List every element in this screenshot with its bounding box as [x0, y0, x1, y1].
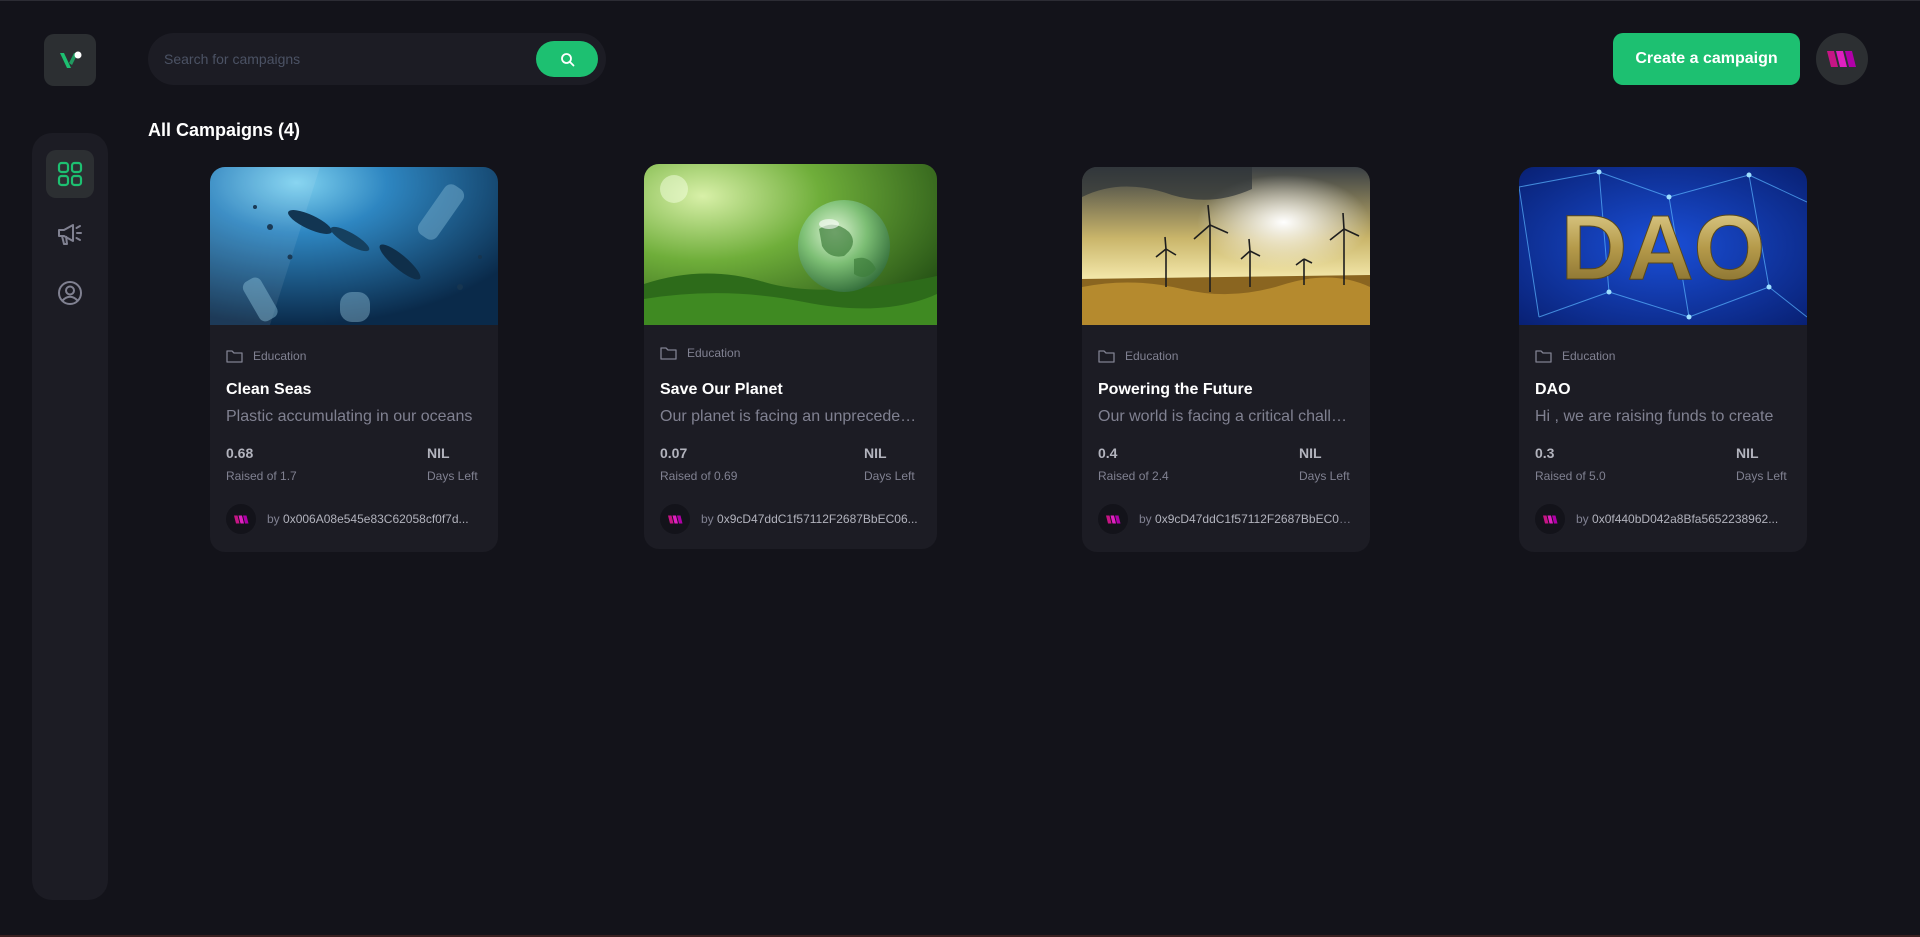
sidebar — [32, 133, 108, 900]
owner-avatar — [1535, 504, 1565, 534]
by-label: by — [701, 512, 714, 526]
dao-image-text: DAO — [1561, 197, 1765, 299]
sidebar-item-profile[interactable] — [46, 269, 94, 317]
owner-address: 0x006A08e545e83C62058cf0f7d... — [283, 512, 469, 526]
wallet-logo-icon — [1542, 515, 1557, 523]
owner-address: 0x9cD47ddC1f57112F2687BbEC06... — [717, 512, 918, 526]
by-label: by — [267, 512, 280, 526]
by-label: by — [1576, 512, 1589, 526]
amount-collected: 0.4 — [1098, 445, 1118, 461]
amount-collected: 0.3 — [1535, 445, 1555, 461]
category-row: Education — [660, 346, 740, 360]
campaign-card[interactable]: Education Save Our Planet Our planet is … — [644, 164, 937, 549]
campaign-image — [644, 164, 937, 325]
amount-collected: 0.07 — [660, 445, 688, 461]
search-input[interactable] — [164, 33, 504, 85]
raised-label: Raised of 2.4 — [1098, 469, 1169, 483]
search-icon — [560, 52, 574, 66]
search-button[interactable] — [536, 41, 598, 77]
sidebar-item-campaign[interactable] — [46, 210, 94, 258]
days-left-label: Days Left — [1299, 469, 1350, 483]
days-left-value: NIL — [427, 445, 450, 461]
logo-mark-icon — [60, 51, 82, 68]
owner-address: 0x0f440bD042a8Bfa5652238962... — [1592, 512, 1779, 526]
campaign-description: Our planet is facing an unprecedented — [660, 408, 920, 425]
owner-avatar — [1098, 504, 1128, 534]
campaign-category: Education — [1562, 349, 1616, 363]
campaign-image — [210, 167, 498, 325]
folder-icon — [660, 347, 677, 360]
category-row: Education — [1535, 349, 1615, 363]
wallet-logo-icon — [1105, 515, 1120, 523]
campaign-title: Save Our Planet — [660, 381, 783, 398]
megaphone-icon — [58, 224, 82, 245]
folder-icon — [1535, 350, 1552, 363]
folder-icon — [226, 350, 243, 363]
raised-label: Raised of 5.0 — [1535, 469, 1606, 483]
window-top-border — [0, 0, 1920, 1]
campaign-card[interactable]: Education Powering the Future Our world … — [1082, 167, 1370, 552]
sidebar-item-dashboard[interactable] — [46, 150, 94, 198]
campaign-title: Powering the Future — [1098, 381, 1253, 398]
profile-icon — [58, 281, 82, 305]
owner-avatar — [226, 504, 256, 534]
campaign-card[interactable]: DAO Education DAO Hi , we are raising fu… — [1519, 167, 1807, 552]
folder-icon — [1098, 350, 1115, 363]
by-label: by — [1139, 512, 1152, 526]
campaign-image — [1082, 167, 1370, 325]
campaign-category: Education — [687, 346, 741, 360]
page-title: All Campaigns (4) — [148, 120, 301, 140]
campaign-owner: by 0x9cD47ddC1f57112F2687BbEC06... — [1139, 512, 1354, 526]
days-left-value: NIL — [864, 445, 887, 461]
create-campaign-button[interactable]: Create a campaign — [1613, 33, 1800, 85]
wallet-logo-icon — [667, 515, 682, 523]
raised-label: Raised of 0.69 — [660, 469, 738, 483]
user-avatar[interactable] — [1816, 33, 1868, 85]
campaign-description: Plastic accumulating in our oceans — [226, 408, 473, 425]
category-row: Education — [226, 349, 306, 363]
campaign-description: Our world is facing a critical challenge — [1098, 408, 1354, 425]
campaign-owner: by 0x0f440bD042a8Bfa5652238962... — [1576, 512, 1791, 526]
campaign-image: DAO — [1519, 167, 1807, 325]
search-bar — [148, 33, 606, 85]
app-logo[interactable] — [44, 34, 96, 86]
campaign-category: Education — [253, 349, 307, 363]
campaign-owner: by 0x9cD47ddC1f57112F2687BbEC06... — [701, 512, 923, 526]
wallet-logo-icon — [1827, 51, 1856, 67]
days-left-value: NIL — [1299, 445, 1322, 461]
campaign-title: Clean Seas — [226, 381, 312, 398]
campaign-category: Education — [1125, 349, 1179, 363]
days-left-label: Days Left — [864, 469, 915, 483]
campaign-owner: by 0x006A08e545e83C62058cf0f7d... — [267, 512, 482, 526]
owner-address: 0x9cD47ddC1f57112F2687BbEC06... — [1155, 512, 1354, 526]
raised-label: Raised of 1.7 — [226, 469, 297, 483]
days-left-value: NIL — [1736, 445, 1759, 461]
campaign-card[interactable]: Education Clean Seas Plastic accumulatin… — [210, 167, 498, 552]
campaign-title: DAO — [1535, 381, 1571, 398]
campaign-description: Hi , we are raising funds to create — [1535, 408, 1774, 425]
owner-avatar — [660, 504, 690, 534]
wallet-logo-icon — [233, 515, 248, 523]
days-left-label: Days Left — [427, 469, 478, 483]
amount-collected: 0.68 — [226, 445, 254, 461]
category-row: Education — [1098, 349, 1178, 363]
days-left-label: Days Left — [1736, 469, 1787, 483]
dashboard-grid-icon — [57, 161, 83, 187]
